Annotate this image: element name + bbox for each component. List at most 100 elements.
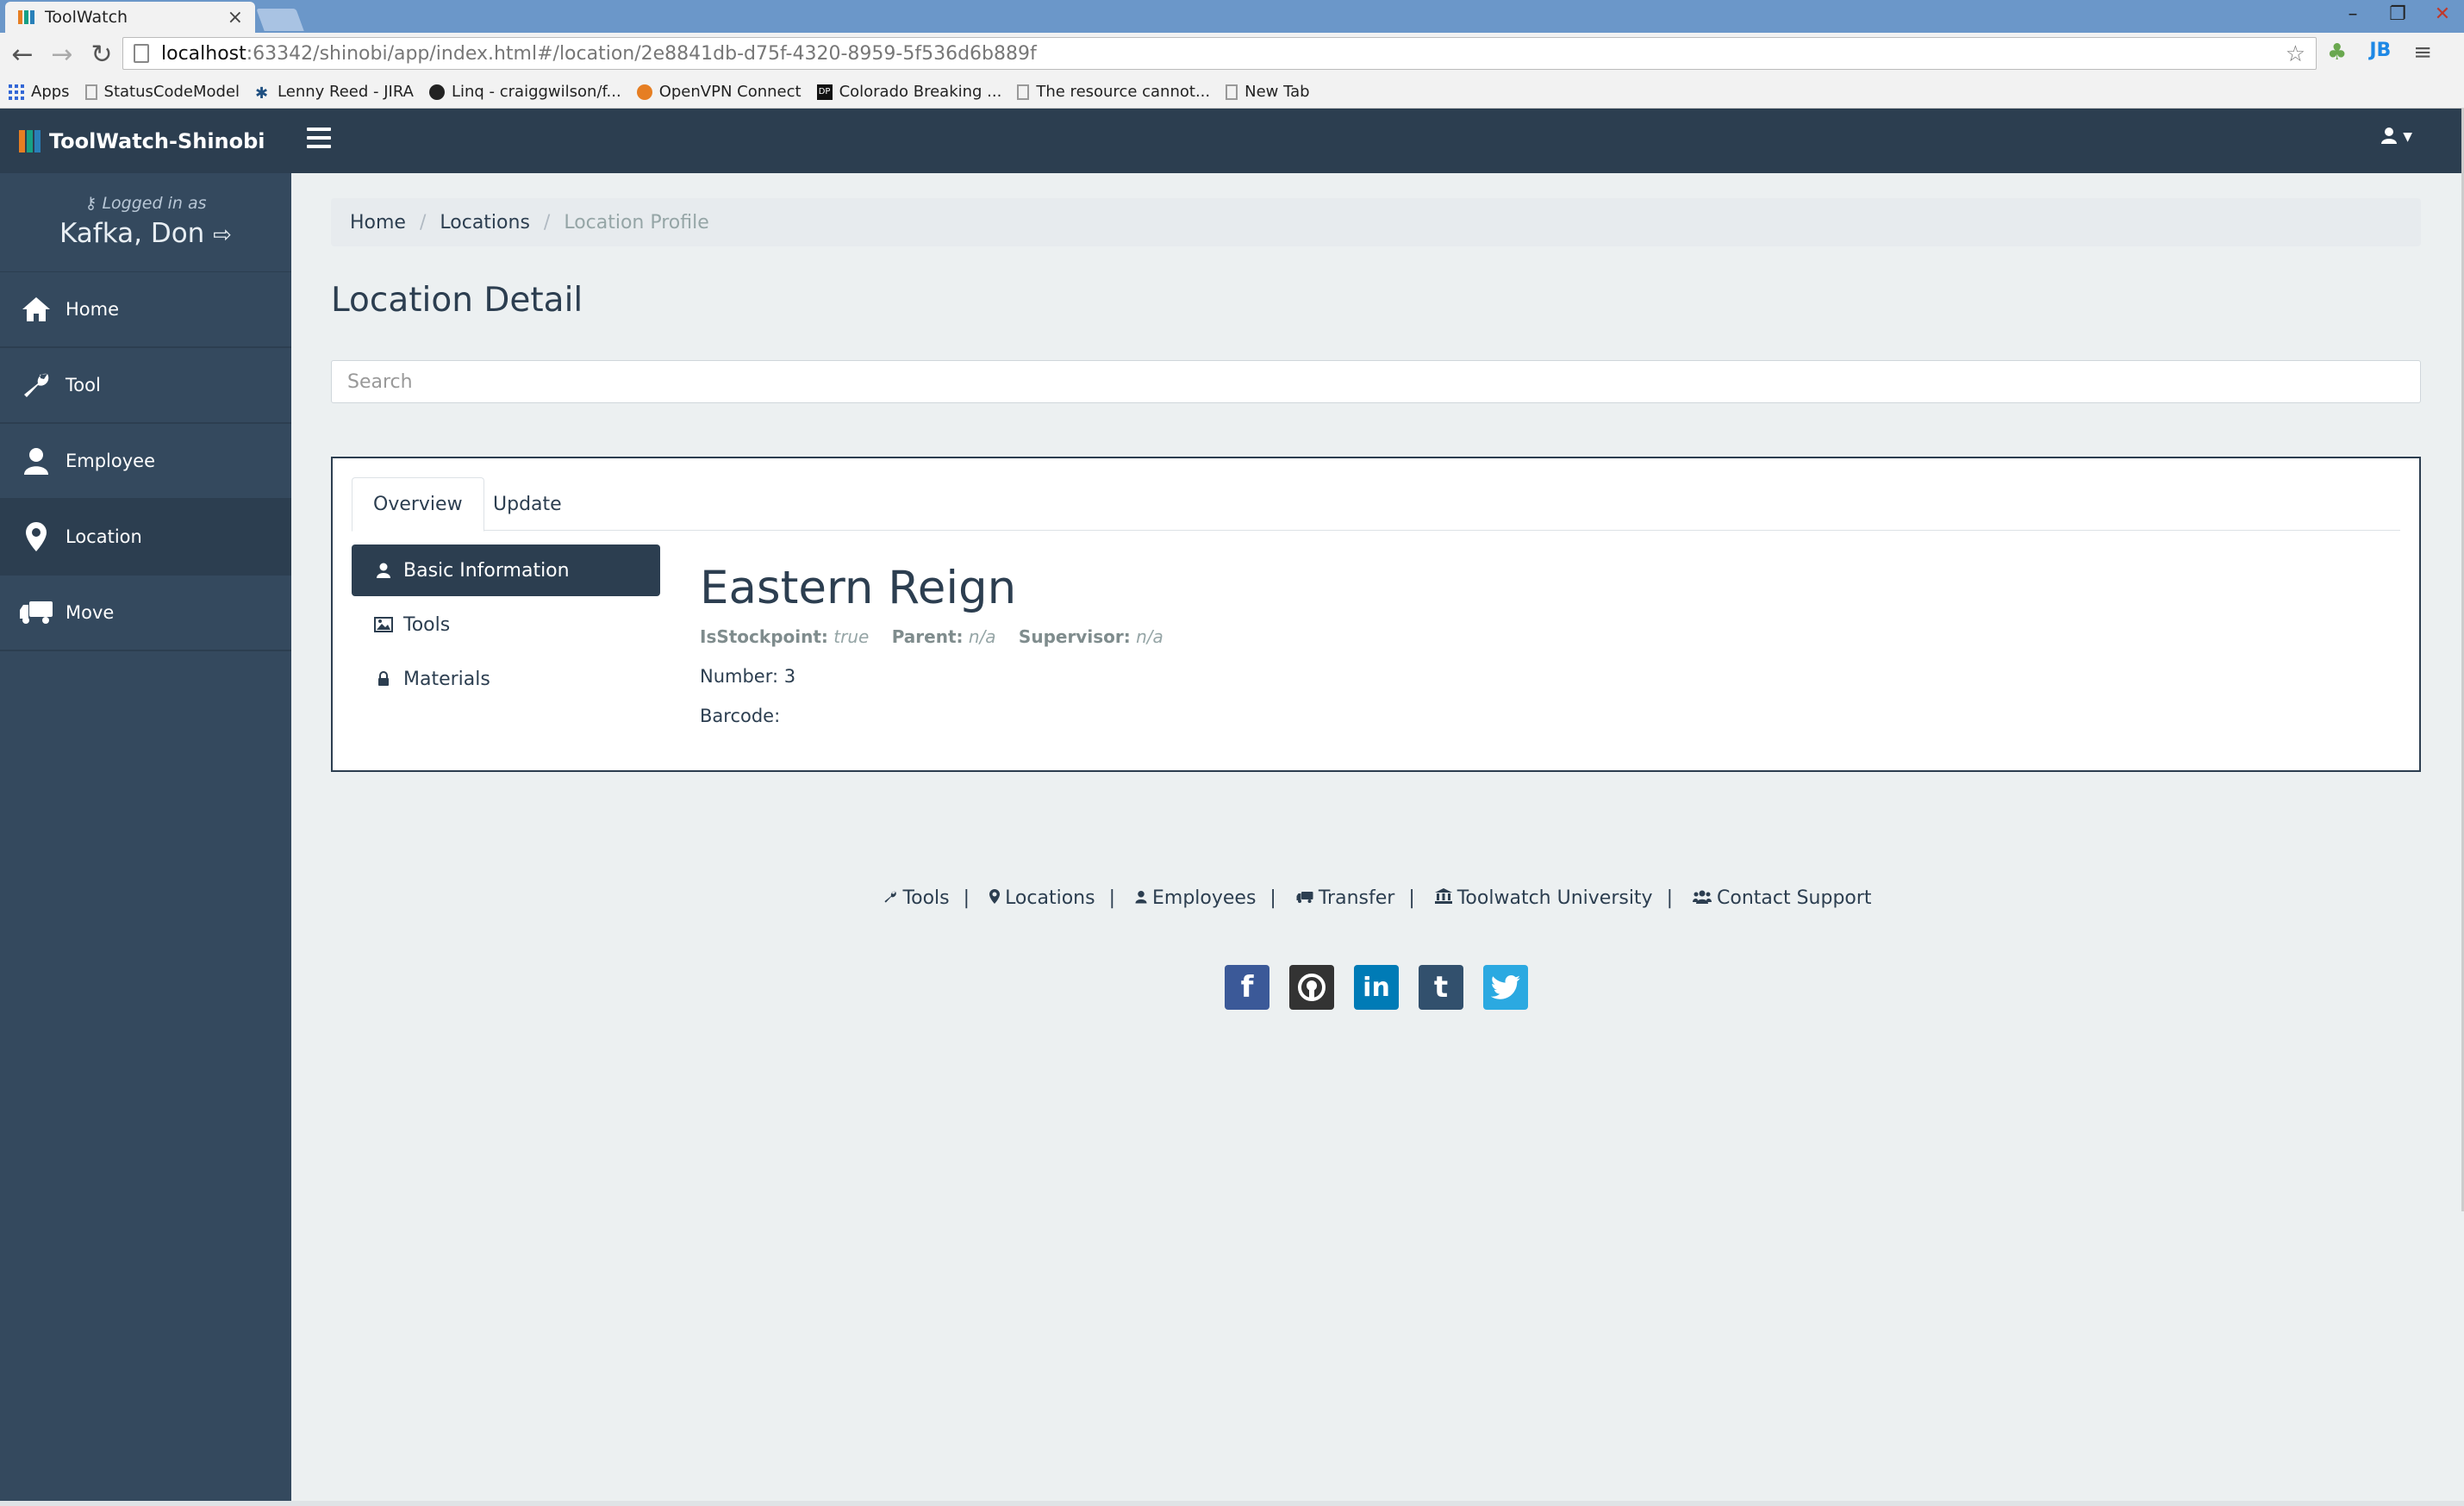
key-icon: ⚷ xyxy=(84,194,97,213)
nav-tools[interactable]: Tools xyxy=(352,599,660,650)
bookmark-resource[interactable]: The resource cannot... xyxy=(1017,83,1210,101)
location-detail: Eastern Reign IsStockpoint: true Parent:… xyxy=(700,562,1181,726)
image-icon xyxy=(374,617,393,632)
github-icon xyxy=(428,84,445,100)
footer-link-employees[interactable]: Employees xyxy=(1135,887,1256,909)
minimize-button[interactable]: – xyxy=(2342,2,2364,28)
breadcrumb-current: Location Profile xyxy=(564,211,709,233)
bookmark-colorado[interactable]: DP Colorado Breaking ... xyxy=(816,83,1001,101)
sidebar-item-label: Home xyxy=(65,299,120,320)
apps-grid-icon xyxy=(9,84,24,100)
sidebar-item-home[interactable]: Home xyxy=(0,272,291,348)
university-icon xyxy=(1434,887,1452,909)
user-icon xyxy=(1135,887,1147,909)
footer-link-transfer[interactable]: Transfer xyxy=(1296,887,1394,909)
twitter-icon[interactable] xyxy=(1483,965,1528,1010)
user-icon xyxy=(19,445,53,476)
breadcrumb-locations[interactable]: Locations xyxy=(440,212,530,233)
parent-label: Parent: xyxy=(891,626,964,647)
denver-post-icon: DP xyxy=(816,84,833,100)
address-bar[interactable]: localhost :63342/shinobi/app/index.html#… xyxy=(122,37,2317,70)
footer-links: Tools | Locations | Employees | Transfer… xyxy=(0,887,2464,909)
sidebar-item-move[interactable]: Move xyxy=(0,576,291,651)
browser-toolbar: ← → ↻ localhost :63342/shinobi/app/index… xyxy=(0,33,2464,76)
page-icon xyxy=(1017,84,1030,100)
bookmark-github-linq[interactable]: Linq - craiggwilson/f... xyxy=(428,83,621,101)
bottom-edge xyxy=(0,1501,2464,1506)
forward-icon[interactable]: → xyxy=(45,40,79,70)
window-controls: – ❐ ✕ xyxy=(2342,2,2454,28)
new-tab-button[interactable] xyxy=(256,9,304,31)
linkedin-icon[interactable]: in xyxy=(1354,965,1399,1010)
sidebar-item-label: Move xyxy=(65,602,115,623)
truck-icon xyxy=(1296,887,1313,909)
github-icon[interactable] xyxy=(1289,965,1334,1010)
brand[interactable]: ToolWatch-Shinobi xyxy=(19,109,265,173)
bookmarks-bar: Apps StatusCodeModel ✱ Lenny Reed - JIRA… xyxy=(0,76,2464,109)
bookmark-star-icon[interactable]: ☆ xyxy=(2286,41,2305,67)
tab-close-icon[interactable]: × xyxy=(228,7,243,28)
is-stockpoint-label: IsStockpoint: xyxy=(700,626,828,647)
breadcrumb-home[interactable]: Home xyxy=(350,212,406,233)
page-icon xyxy=(134,44,149,63)
footer-link-locations[interactable]: Locations xyxy=(989,887,1095,909)
breadcrumb: Home / Locations / Location Profile xyxy=(331,198,2421,246)
bookmark-jira[interactable]: ✱ Lenny Reed - JIRA xyxy=(255,83,414,103)
page-title: Location Detail xyxy=(331,281,583,320)
page-icon xyxy=(84,84,97,100)
footer-link-contact-support[interactable]: Contact Support xyxy=(1693,887,1872,909)
tumblr-icon[interactable]: t xyxy=(1419,965,1463,1010)
nav-materials[interactable]: Materials xyxy=(352,653,660,705)
hamburger-icon[interactable] xyxy=(307,128,331,153)
reload-icon[interactable]: ↻ xyxy=(84,40,119,70)
sidebar-item-employee[interactable]: Employee xyxy=(0,424,291,500)
search-input[interactable] xyxy=(331,360,2421,403)
footer-link-university[interactable]: Toolwatch University xyxy=(1434,887,1653,909)
location-panel: Overview Update Basic Information Tools … xyxy=(331,457,2421,772)
brand-name: ToolWatch-Shinobi xyxy=(49,128,265,153)
url-path: :63342/shinobi/app/index.html#/location/… xyxy=(246,42,1037,65)
bookmark-apps[interactable]: Apps xyxy=(9,83,70,101)
back-icon[interactable]: ← xyxy=(5,40,40,70)
extension-leaf-icon[interactable]: ♣ xyxy=(2327,40,2347,65)
restore-button[interactable]: ❐ xyxy=(2386,2,2409,28)
bookmark-statuscodemodel[interactable]: StatusCodeModel xyxy=(84,83,240,101)
wrench-icon xyxy=(883,887,897,909)
sidebar-item-label: Location xyxy=(65,526,142,547)
sidebar-item-tool[interactable]: Tool xyxy=(0,348,291,424)
supervisor-value: n/a xyxy=(1136,626,1163,647)
logged-in-label: ⚷ Logged in as xyxy=(84,194,207,213)
home-icon xyxy=(19,294,53,325)
social-links: f in t xyxy=(1225,965,1528,1010)
jetbrains-icon[interactable]: JB xyxy=(2369,40,2391,65)
chrome-menu-icon[interactable]: ≡ xyxy=(2413,40,2432,65)
bookmark-new-tab[interactable]: New Tab xyxy=(1226,83,1310,101)
openvpn-icon xyxy=(636,84,652,100)
location-barcode: Barcode: xyxy=(700,706,781,726)
map-marker-icon xyxy=(989,887,1001,909)
sidebar-item-label: Employee xyxy=(65,451,156,471)
close-window-button[interactable]: ✕ xyxy=(2431,2,2454,28)
user-menu[interactable]: ▼ xyxy=(2380,124,2412,150)
sidebar-item-location[interactable]: Location xyxy=(0,500,291,576)
user-icon xyxy=(374,563,393,578)
page-icon xyxy=(1226,84,1238,100)
tab-update[interactable]: Update xyxy=(472,477,583,532)
location-name: Eastern Reign xyxy=(700,562,1017,614)
tab-overview[interactable]: Overview xyxy=(352,477,484,532)
lock-icon xyxy=(374,671,393,687)
supervisor-label: Supervisor: xyxy=(1018,626,1131,647)
footer-link-tools[interactable]: Tools xyxy=(883,887,950,909)
sign-out-icon[interactable]: ⇨ xyxy=(213,222,232,248)
toolwatch-favicon-icon xyxy=(17,8,36,27)
breadcrumb-separator: / xyxy=(419,211,427,233)
toolwatch-logo-icon xyxy=(19,129,41,152)
browser-tab-title: ToolWatch xyxy=(45,8,128,27)
facebook-icon[interactable]: f xyxy=(1225,965,1269,1010)
users-icon xyxy=(1693,887,1712,909)
bookmark-openvpn[interactable]: OpenVPN Connect xyxy=(636,83,802,101)
location-number: Number: 3 xyxy=(700,666,796,687)
nav-basic-information[interactable]: Basic Information xyxy=(352,545,660,596)
browser-tab[interactable]: ToolWatch × xyxy=(5,2,255,33)
parent-value: n/a xyxy=(968,626,996,647)
